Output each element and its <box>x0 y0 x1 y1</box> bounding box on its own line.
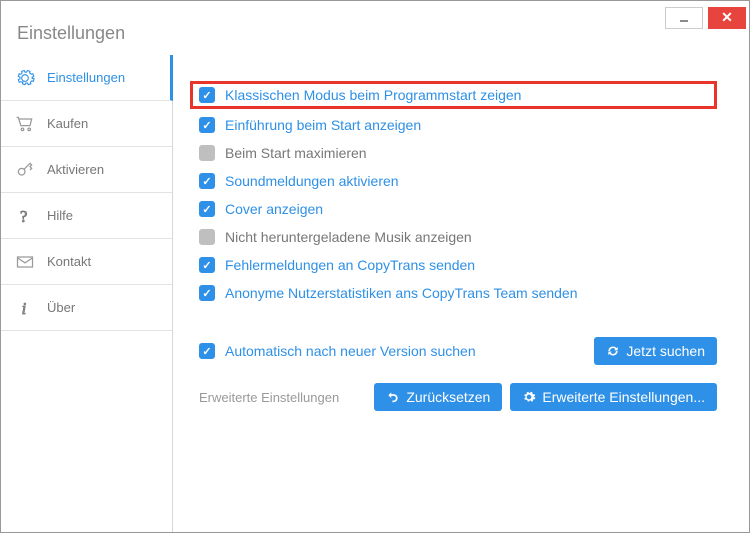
info-icon: i <box>13 298 37 318</box>
button-label: Erweiterte Einstellungen... <box>542 389 705 405</box>
option-send-errors[interactable]: ✓ Fehlermeldungen an CopyTrans senden <box>199 251 717 279</box>
checkbox-icon: ✓ <box>199 343 215 359</box>
option-label: Soundmeldungen aktivieren <box>225 173 399 189</box>
sidebar-item-buy[interactable]: Kaufen <box>1 101 172 147</box>
advanced-settings-label: Erweiterte Einstellungen <box>199 390 339 405</box>
checkbox-icon <box>199 229 215 245</box>
svg-text:?: ? <box>20 206 27 225</box>
sidebar-item-label: Über <box>47 300 75 315</box>
refresh-icon <box>606 344 620 358</box>
checkbox-icon: ✓ <box>199 285 215 301</box>
sidebar-item-label: Einstellungen <box>47 70 125 85</box>
gear-icon <box>13 68 37 88</box>
cart-icon <box>13 114 37 134</box>
sidebar-item-label: Kaufen <box>47 116 88 131</box>
undo-icon <box>386 390 400 404</box>
button-label: Jetzt suchen <box>626 343 705 359</box>
sidebar-item-activate[interactable]: Aktivieren <box>1 147 172 193</box>
option-auto-update[interactable]: ✓ Automatisch nach neuer Version suchen <box>199 343 476 359</box>
check-updates-button[interactable]: Jetzt suchen <box>594 337 717 365</box>
gear-icon <box>522 390 536 404</box>
checkbox-icon: ✓ <box>199 257 215 273</box>
option-label: Beim Start maximieren <box>225 145 367 161</box>
window-title: Einstellungen <box>17 23 125 44</box>
sidebar-item-label: Aktivieren <box>47 162 104 177</box>
option-send-stats[interactable]: ✓ Anonyme Nutzerstatistiken ans CopyTran… <box>199 279 717 307</box>
sidebar-item-label: Kontakt <box>47 254 91 269</box>
sidebar-item-help[interactable]: ? Hilfe <box>1 193 172 239</box>
option-intro-on-start[interactable]: ✓ Einführung beim Start anzeigen <box>199 111 717 139</box>
checkbox-icon: ✓ <box>199 87 215 103</box>
svg-text:i: i <box>22 298 27 317</box>
checkbox-icon: ✓ <box>199 201 215 217</box>
option-label: Fehlermeldungen an CopyTrans senden <box>225 257 475 273</box>
option-show-undownloaded[interactable]: Nicht heruntergeladene Musik anzeigen <box>199 223 717 251</box>
checkbox-icon: ✓ <box>199 173 215 189</box>
option-sound-notifications[interactable]: ✓ Soundmeldungen aktivieren <box>199 167 717 195</box>
option-label: Nicht heruntergeladene Musik anzeigen <box>225 229 472 245</box>
option-classic-mode[interactable]: ✓ Klassischen Modus beim Programmstart z… <box>190 81 717 109</box>
sidebar: Einstellungen Kaufen Aktivieren ? Hilfe … <box>1 55 173 532</box>
option-maximize-on-start[interactable]: Beim Start maximieren <box>199 139 717 167</box>
checkbox-icon <box>199 145 215 161</box>
mail-icon <box>13 252 37 272</box>
sidebar-item-settings[interactable]: Einstellungen <box>1 55 173 101</box>
help-icon: ? <box>13 206 37 226</box>
key-icon <box>13 160 37 180</box>
button-label: Zurücksetzen <box>406 389 490 405</box>
option-show-cover[interactable]: ✓ Cover anzeigen <box>199 195 717 223</box>
settings-panel: ✓ Klassischen Modus beim Programmstart z… <box>173 55 749 532</box>
checkbox-icon: ✓ <box>199 117 215 133</box>
option-label: Anonyme Nutzerstatistiken ans CopyTrans … <box>225 285 578 301</box>
option-label: Automatisch nach neuer Version suchen <box>225 343 476 359</box>
sidebar-item-label: Hilfe <box>47 208 73 223</box>
sidebar-item-about[interactable]: i Über <box>1 285 172 331</box>
reset-button[interactable]: Zurücksetzen <box>374 383 502 411</box>
minimize-button[interactable] <box>665 7 703 29</box>
close-button[interactable]: ✕ <box>708 7 746 29</box>
option-label: Cover anzeigen <box>225 201 323 217</box>
option-label: Einführung beim Start anzeigen <box>225 117 421 133</box>
sidebar-item-contact[interactable]: Kontakt <box>1 239 172 285</box>
advanced-settings-button[interactable]: Erweiterte Einstellungen... <box>510 383 717 411</box>
option-label: Klassischen Modus beim Programmstart zei… <box>225 87 521 103</box>
